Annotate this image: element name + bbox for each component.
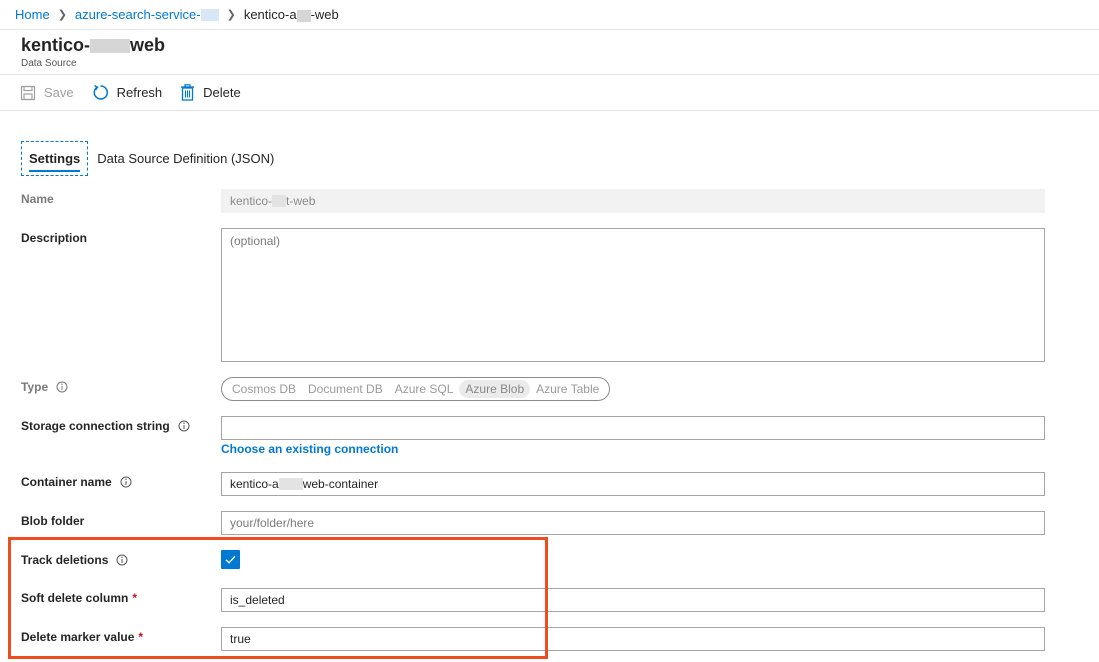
page-title: kentico-web xyxy=(21,35,166,55)
page-header: kentico-web Data Source xyxy=(21,35,165,69)
type-option-document-db[interactable]: Document DB xyxy=(302,380,389,398)
soft-delete-column-label: Soft delete column * xyxy=(21,591,138,605)
redacted-text xyxy=(90,38,131,53)
type-option-azure-sql[interactable]: Azure SQL xyxy=(389,380,460,398)
type-label: Type xyxy=(21,380,68,394)
redacted-text xyxy=(272,195,287,207)
refresh-label: Refresh xyxy=(116,85,163,100)
info-icon[interactable] xyxy=(116,554,128,566)
required-indicator: * xyxy=(138,630,144,644)
choose-connection-link[interactable]: Choose an existing connection xyxy=(221,442,398,456)
tab-json-definition[interactable]: Data Source Definition (JSON) xyxy=(88,141,281,176)
redacted-text xyxy=(200,8,219,21)
type-selector: Cosmos DB Document DB Azure SQL Azure Bl… xyxy=(221,377,611,401)
breadcrumb-service-link[interactable]: azure-search-service- xyxy=(75,7,201,22)
save-label: Save xyxy=(44,85,74,100)
connection-string-input[interactable] xyxy=(221,416,1045,440)
delete-marker-label: Delete marker value * xyxy=(21,630,144,644)
tab-settings[interactable]: Settings xyxy=(21,141,89,176)
soft-delete-column-input[interactable]: is_deleted xyxy=(221,588,1045,612)
trash-icon xyxy=(181,84,195,101)
page-subtitle: Data Source xyxy=(21,58,77,69)
container-name-input[interactable]: kentico-a web-container xyxy=(221,472,1045,496)
delete-label: Delete xyxy=(203,85,241,100)
blob-folder-input[interactable]: your/folder/here xyxy=(221,511,1045,535)
breadcrumb-home-link[interactable]: Home xyxy=(15,7,50,22)
description-textarea[interactable]: (optional) xyxy=(221,228,1045,362)
delete-marker-input[interactable]: true xyxy=(221,627,1045,651)
blob-folder-label: Blob folder xyxy=(21,514,85,528)
save-icon xyxy=(20,85,36,100)
refresh-button[interactable]: Refresh xyxy=(92,84,163,101)
track-deletions-label: Track deletions xyxy=(21,553,128,567)
checkmark-icon xyxy=(225,555,236,564)
connection-string-label: Storage connection string xyxy=(21,419,190,433)
type-option-azure-blob[interactable]: Azure Blob xyxy=(459,380,531,398)
name-field: kentico-t-web xyxy=(221,189,1045,213)
breadcrumb: Home ❯ azure-search-service- ❯ kentico-a… xyxy=(0,0,1099,30)
redacted-text xyxy=(296,9,311,22)
refresh-icon xyxy=(93,84,108,100)
tab-bar: Settings Data Source Definition (JSON) xyxy=(21,141,281,176)
info-icon[interactable] xyxy=(178,420,190,432)
type-option-cosmos-db[interactable]: Cosmos DB xyxy=(226,380,302,398)
type-option-azure-table[interactable]: Azure Table xyxy=(530,380,605,398)
info-icon[interactable] xyxy=(120,476,132,488)
save-button[interactable]: Save xyxy=(20,85,74,101)
breadcrumb-current: kentico-a -web xyxy=(243,7,339,22)
chevron-right-icon: ❯ xyxy=(226,9,236,21)
delete-button[interactable]: Delete xyxy=(180,84,241,101)
track-deletions-checkbox[interactable] xyxy=(221,550,240,569)
command-toolbar: Save Refresh Delete xyxy=(0,74,1099,111)
redacted-text xyxy=(278,478,303,490)
container-name-label: Container name xyxy=(21,475,132,489)
required-indicator: * xyxy=(132,591,138,605)
name-label: Name xyxy=(21,192,54,206)
info-icon[interactable] xyxy=(56,381,68,393)
description-label: Description xyxy=(21,231,88,245)
chevron-right-icon: ❯ xyxy=(57,9,67,21)
